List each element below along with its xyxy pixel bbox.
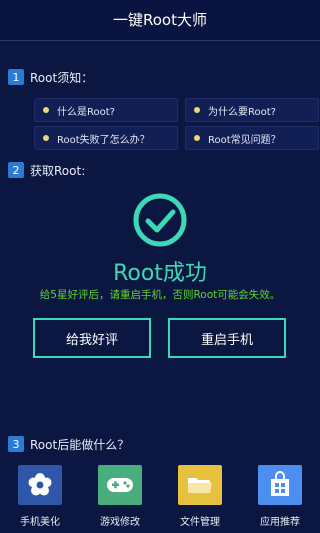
app-game-modify[interactable] <box>98 465 142 505</box>
faq-root-failed[interactable]: Root失败了怎么办？ <box>34 126 178 150</box>
reboot-warning-message: 给5星好评后，请重启手机，否则Root可能会失效。 <box>39 289 281 301</box>
faq-label: 为什么要Root? <box>208 106 276 118</box>
app-file-manager[interactable] <box>178 465 222 505</box>
section-3-header: 3 Root后能做什么？ <box>8 435 129 453</box>
app-label: 文件管理 <box>180 517 220 528</box>
app-label: 手机美化 <box>20 517 60 528</box>
app-label: 应用推荐 <box>260 517 300 528</box>
section-title: Root后能做什么？ <box>30 437 130 452</box>
section-title: Root须知： <box>30 70 94 85</box>
root-success-status: Root成功 <box>113 261 207 286</box>
bullet-icon <box>43 107 49 113</box>
section-title: 获取Root: <box>30 163 86 178</box>
rate-us-button[interactable]: 给我好评 <box>33 318 151 358</box>
faq-common-questions[interactable]: Root常见问题？ <box>185 126 319 150</box>
section-1-header: 1 Root须知： <box>8 68 93 86</box>
faq-what-is-root[interactable]: 什么是Root? <box>34 98 178 122</box>
bullet-icon <box>43 135 49 141</box>
check-circle-icon <box>133 193 187 247</box>
app-phone-theme[interactable] <box>18 465 62 505</box>
app-title-bar: 一键Root大师 <box>0 0 320 41</box>
faq-label: Root失败了怎么办？ <box>57 134 150 146</box>
faq-label: 什么是Root? <box>57 106 115 118</box>
folder-icon <box>188 478 212 493</box>
gamepad-icon <box>107 478 133 492</box>
app-label: 游戏修改 <box>100 517 140 528</box>
section-number: 2 <box>8 162 24 178</box>
app-recommend[interactable] <box>258 465 302 505</box>
section-2-header: 2 获取Root: <box>8 161 85 179</box>
faq-label: Root常见问题？ <box>208 134 281 146</box>
app-store-icon <box>271 471 289 496</box>
flower-icon <box>28 473 52 496</box>
app-title: 一键Root大师 <box>113 11 207 29</box>
reboot-button[interactable]: 重启手机 <box>168 318 286 358</box>
bullet-icon <box>194 135 200 141</box>
section-number: 1 <box>8 69 24 85</box>
section-number: 3 <box>8 436 24 452</box>
faq-why-root[interactable]: 为什么要Root? <box>185 98 319 122</box>
bullet-icon <box>194 107 200 113</box>
